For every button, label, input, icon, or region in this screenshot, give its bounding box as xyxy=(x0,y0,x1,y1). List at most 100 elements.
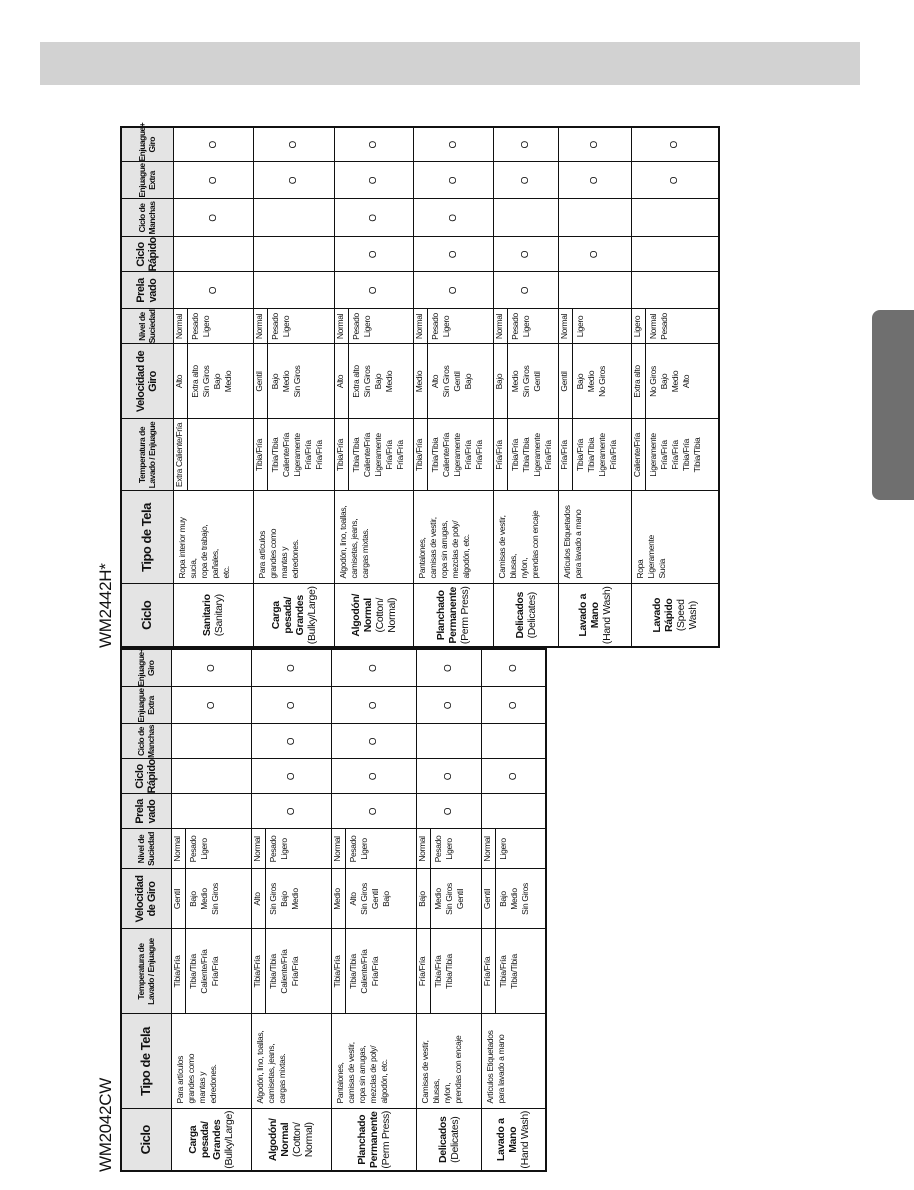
temperature-cell: Fría/Fría Tibia/Fría Tibia/Tibia Ligerame… xyxy=(493,419,558,491)
prelavado-mark: O xyxy=(173,272,253,309)
empty-cell xyxy=(493,199,558,237)
fabric-type: Camisas de vestir, blusas, nylon, prenda… xyxy=(416,1014,481,1109)
spin-speed-cell: Bajo Medio Sin Giros Gentil xyxy=(416,869,481,929)
fabric-type: Artículos Etiquetados para lavado a mano xyxy=(481,1014,546,1109)
fabric-type: Para artículos grandes como mantas y edr… xyxy=(171,1014,251,1109)
temperature-default: Fría/Fría xyxy=(558,419,573,491)
header-enjuague-giro: Enjuague+ Giro xyxy=(121,648,171,687)
soil-level-options: Ligero xyxy=(497,838,508,860)
enjuague-extra-mark: O xyxy=(331,687,416,724)
enjuague-extra-mark: O xyxy=(173,162,253,199)
soil-level-default: Normal xyxy=(413,309,428,344)
ciclo-rapido-mark: O xyxy=(416,759,481,794)
soil-level-cell: Normal Pesado Ligero xyxy=(413,309,493,344)
temperature-options: Tibia/Tibia Caliente/Fría Fría/Fría xyxy=(267,949,300,994)
prelavado-mark: O xyxy=(251,794,331,829)
empty-cell xyxy=(416,724,481,759)
header-ciclo: Ciclo xyxy=(121,584,173,647)
enjuague-extra-mark: O xyxy=(481,687,546,724)
prelavado-mark: O xyxy=(413,272,493,309)
spin-speed-cell: Medio Alto Sin Giros Gentil Bajo xyxy=(413,344,493,419)
header-prelavado: Prela vado xyxy=(121,794,171,829)
soil-level-cell: Normal Pesado Ligero xyxy=(171,829,251,869)
soil-level-default: Normal xyxy=(493,309,508,344)
cycle-english-name: (Cotton/ Normal) xyxy=(291,1122,315,1158)
cycle-english-name: (Bulky/Large) xyxy=(223,1110,235,1169)
ciclo-rapido-mark: O xyxy=(251,759,331,794)
enjuague-giro-mark: O xyxy=(558,127,631,162)
spin-speed-options: Alto Sin Giros Gentil Bajo xyxy=(429,365,473,398)
enjuague-extra-mark: O xyxy=(558,162,631,199)
spin-speed-default: Gentil xyxy=(481,869,496,929)
enjuague-extra-mark: O xyxy=(416,687,481,724)
empty-cell xyxy=(171,724,251,759)
fabric-type: Ropa Ligeramente Sucia xyxy=(631,491,719,584)
spin-speed-cell: Gentil Bajo Medio Sin Giros xyxy=(171,869,251,929)
cycle-table: Ciclo Tipo de Tela Temperatura de Lavado /… xyxy=(120,648,547,1172)
temperature-cell: Tibia/Fría Tibia/Tibia Caliente/Fría Lige… xyxy=(253,419,334,491)
header-tipo-de-tela: Tipo de Tela xyxy=(121,1014,171,1109)
cycle-name: Delicados xyxy=(513,592,526,639)
cycle-english-name: (Cotton/ Normal) xyxy=(373,597,398,633)
spin-speed-options: Medio Sin Giros Gentil xyxy=(432,883,465,915)
soil-level-cell: Normal Pesado Ligero xyxy=(416,829,481,869)
temperature-options: Tibia/Tibia Caliente/Fría Fría/Fría xyxy=(347,949,380,994)
cycle-name: Carga pesada/ Grandes xyxy=(269,595,306,636)
spin-speed-options: Sin Giros Bajo Medio xyxy=(267,883,300,915)
spin-speed-cell: Gentil Bajo Medio Sin Giros xyxy=(481,869,546,929)
spin-speed-default: Bajo xyxy=(416,869,431,929)
cycle-english-name: (Hand Wash) xyxy=(600,586,613,645)
soil-level-cell: Normal Ligero xyxy=(481,829,546,869)
cycle-name-cell: Lavado Rápido (Speed Wash) xyxy=(631,584,719,647)
cycle-name: Lavado a Mano xyxy=(576,593,601,637)
cycle-english-name: (Hand Wash) xyxy=(519,1110,532,1169)
header-enjuague-extra: Enjuague Extra xyxy=(121,687,171,724)
temperature-options xyxy=(188,420,190,491)
soil-level-options: Pesado Ligero xyxy=(347,835,369,863)
cycle-name-cell: Sanitario (Sanitary) xyxy=(173,584,253,647)
temperature-cell: Tibia/Fría Tibia/Tibia Caliente/Fría Fría… xyxy=(171,929,251,1014)
fabric-type: Pantalones, camisas de vestir, ropa sin … xyxy=(413,491,493,584)
empty-cell xyxy=(171,794,251,829)
header-nivel-suciedad: Nivel de Suciedad xyxy=(121,309,173,344)
spin-speed-cell: Gentil Bajo Medio Sin Giros xyxy=(253,344,334,419)
soil-level-default: Normal xyxy=(253,309,268,344)
spin-speed-default: Extra alto xyxy=(631,344,646,419)
soil-level-cell: Normal Pesado Ligero xyxy=(331,829,416,869)
soil-level-options: Pesado Ligero xyxy=(269,313,291,340)
table-row: Planchado Permanente (Perm Press) Pantalon… xyxy=(331,649,416,1171)
temperature-cell: Fría/Fría Tibia/Fría Tibia/Tibia xyxy=(481,929,546,1014)
cycle-english-name: (Bulky/Large) xyxy=(305,586,318,645)
cycle-name: Algodón/ Normal xyxy=(267,1118,291,1162)
fabric-type: Camisas de vestir, blusas, nylon, prenda… xyxy=(493,491,558,584)
spin-speed-cell: Gentil Bajo Medio No Giros xyxy=(558,344,631,419)
ciclo-rapido-mark: O xyxy=(493,237,558,272)
prelavado-mark: O xyxy=(493,272,558,309)
spin-speed-default: Medio xyxy=(413,344,428,419)
cycle-name: Carga pesada/ Grandes xyxy=(187,1119,223,1160)
wash-cycle-table: Ciclo Tipo de Tela Temperatura de Lavado /… xyxy=(120,648,547,1172)
table-row: Algodón/ Normal (Cotton/ Normal) Algodón, … xyxy=(334,127,413,647)
cycle-name-cell: Planchado Permanente (Perm Press) xyxy=(331,1109,416,1171)
ciclo-manchas-mark: O xyxy=(334,199,413,237)
header-ciclo-rapido: Ciclo Rápido xyxy=(121,237,173,272)
spin-speed-options: Bajo Medio Sin Giros xyxy=(497,883,530,915)
cycle-name: Lavado a Mano xyxy=(495,1118,520,1162)
temperature-options: Tibia/Tibia Caliente/Fría Fría/Fría xyxy=(187,949,220,994)
enjuague-extra-mark: O xyxy=(251,687,331,724)
cycle-english-name: (Perm Press) xyxy=(379,1110,392,1169)
soil-level-default: Normal xyxy=(251,829,266,869)
cycle-name: Sanitario xyxy=(201,594,213,637)
table-row: Delicados (Delicates) Camisas de vestir, b… xyxy=(493,127,558,647)
soil-level-default: Normal xyxy=(331,829,346,869)
ciclo-manchas-mark: O xyxy=(173,199,253,237)
temperature-default: Fría/Fría xyxy=(493,419,508,491)
temperature-cell: Fría/Fría Tibia/Fría Tibia/Tibia Ligerame… xyxy=(558,419,631,491)
temperature-default: Extra Caliente/Fría xyxy=(173,419,188,491)
header-prelavado: Prela vado xyxy=(121,272,173,309)
header-ciclo-manchas: Ciclo de Manchas xyxy=(121,199,173,237)
soil-level-default: Normal xyxy=(558,309,573,344)
temperature-cell: Tibia/Fría Tibia/Tibia Caliente/Fría Fría… xyxy=(251,929,331,1014)
cycle-name-cell: Delicados (Delicates) xyxy=(416,1109,481,1171)
enjuague-giro-mark: O xyxy=(173,127,253,162)
